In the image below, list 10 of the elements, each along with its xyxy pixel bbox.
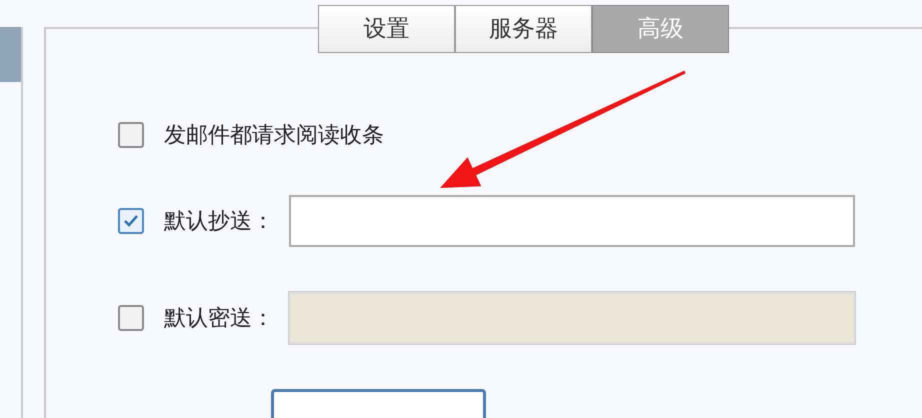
- field-label: 默认抄送：: [164, 208, 275, 236]
- option-label: 发邮件都请求阅读收条: [164, 122, 384, 150]
- checkbox[interactable]: [118, 122, 144, 148]
- checkbox[interactable]: [118, 208, 144, 234]
- input-field[interactable]: [271, 389, 486, 418]
- tab[interactable]: 设置: [318, 5, 455, 53]
- field-label: 默认密送：: [164, 304, 275, 332]
- check-icon: [123, 214, 139, 228]
- input-field[interactable]: [289, 195, 855, 247]
- tab[interactable]: 服务器: [455, 5, 592, 53]
